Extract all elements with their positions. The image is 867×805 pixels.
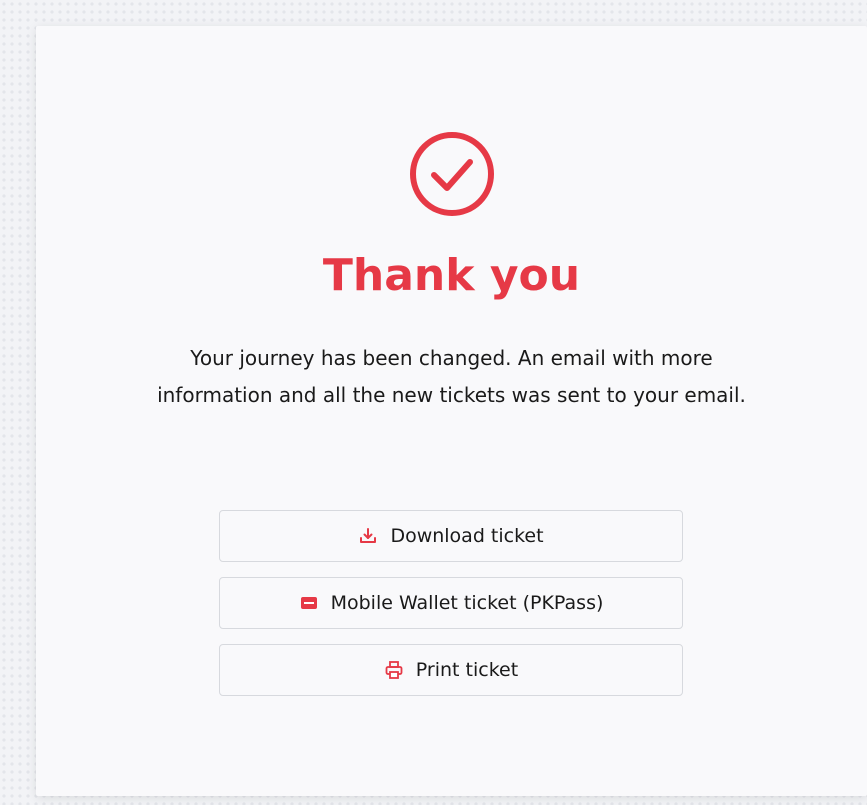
page-title: Thank you [322,250,581,301]
mobile-wallet-button[interactable]: Mobile Wallet ticket (PKPass) [219,577,683,629]
confirmation-message: Your journey has been changed. An email … [157,346,746,407]
download-icon [358,526,378,546]
check-circle-icon [408,130,496,218]
download-ticket-label: Download ticket [390,525,544,547]
confirmation-card: Thank you Your journey has been changed.… [36,26,867,796]
download-ticket-button[interactable]: Download ticket [219,510,683,562]
printer-icon [384,660,404,680]
print-ticket-button[interactable]: Print ticket [219,644,683,696]
print-ticket-label: Print ticket [415,659,519,681]
mobile-wallet-label: Mobile Wallet ticket (PKPass) [330,592,604,614]
wallet-icon [299,593,319,613]
